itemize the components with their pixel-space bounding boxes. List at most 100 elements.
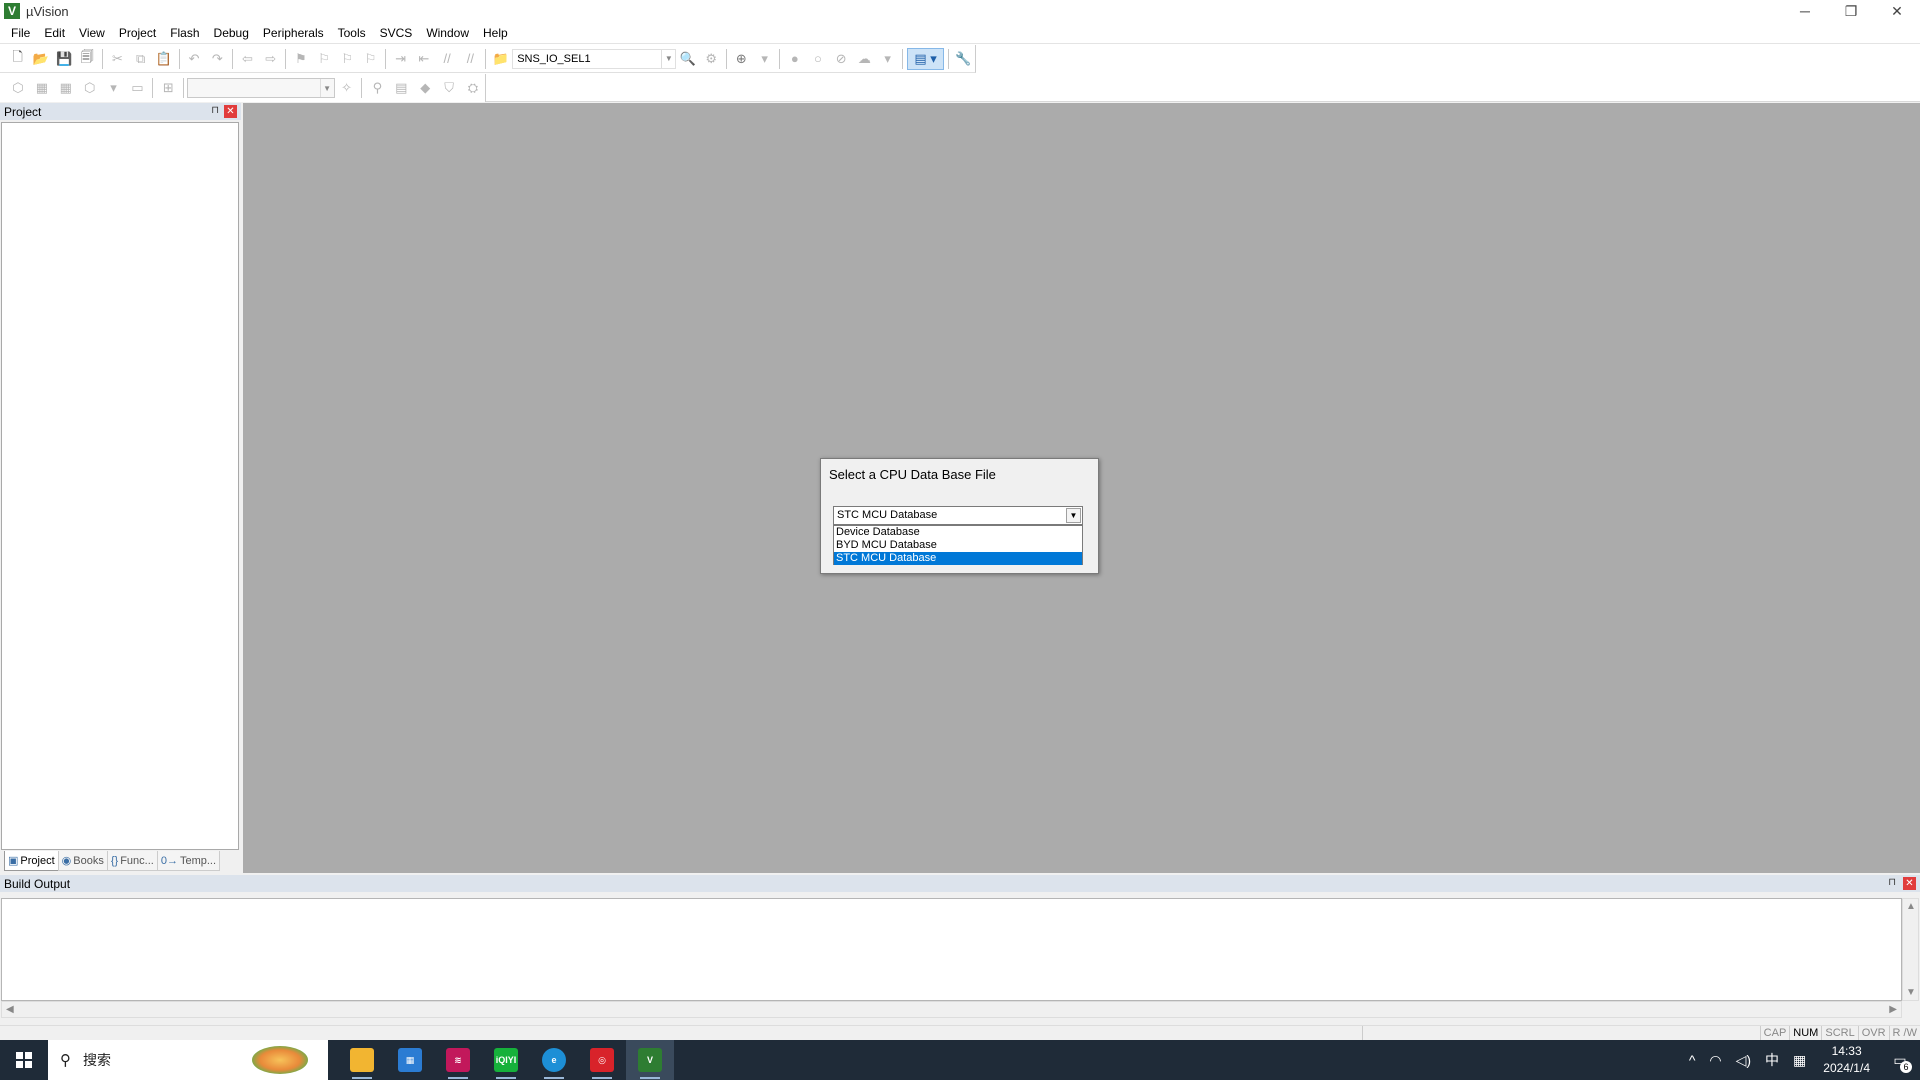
menu-tools[interactable]: Tools [331, 22, 373, 44]
manage-components-icon[interactable]: ▤ [390, 77, 412, 99]
vertical-scrollbar[interactable]: ▲ ▼ [1902, 898, 1919, 1001]
taskbar-iqiyi[interactable]: iQIYI [482, 1040, 530, 1080]
tray-chevron-up-icon[interactable]: ^ [1682, 1052, 1703, 1068]
diamond-icon[interactable]: ◆ [414, 77, 436, 99]
manage-run-time-icon[interactable]: ⛭ [462, 77, 484, 99]
save-icon[interactable]: 💾 [53, 48, 74, 70]
chevron-down-icon[interactable]: ▾ [754, 48, 775, 70]
target-select[interactable]: SNS_IO_SEL1 ▼ [512, 48, 677, 69]
keyboard-icon[interactable]: ▦ [1786, 1052, 1813, 1069]
find-in-files-icon[interactable]: 📁 [490, 48, 511, 70]
chevron-down-icon[interactable]: ▼ [319, 79, 334, 97]
start-button[interactable] [0, 1040, 48, 1080]
menu-flash[interactable]: Flash [163, 22, 206, 44]
bookmark-toggle-icon[interactable]: ⚑ [290, 48, 311, 70]
scroll-down-icon[interactable]: ▼ [1906, 987, 1916, 998]
menu-project[interactable]: Project [112, 22, 163, 44]
menu-window[interactable]: Window [419, 22, 476, 44]
zoom-icon[interactable]: ⊕ [731, 48, 752, 70]
redo-icon[interactable]: ↷ [207, 48, 228, 70]
breakpoint-enable-icon[interactable]: ○ [807, 48, 828, 70]
build-icon[interactable]: ▦ [31, 77, 53, 99]
batch-build-icon[interactable]: ⬡ [79, 77, 101, 99]
bookmark-clear-icon[interactable]: ⚐ [360, 48, 381, 70]
close-window-button[interactable]: ✕ [1874, 0, 1920, 22]
load-icon[interactable]: ⊞ [157, 77, 179, 99]
taskbar-app-red-stripes[interactable]: ≋ [434, 1040, 482, 1080]
paste-icon[interactable]: 📋 [153, 48, 174, 70]
menu-peripherals[interactable]: Peripherals [256, 22, 331, 44]
database-select[interactable]: STC MCU Database ▼ [833, 506, 1083, 525]
menu-view[interactable]: View [72, 22, 112, 44]
cut-icon[interactable]: ✂ [107, 48, 128, 70]
clock[interactable]: 14:33 2024/1/4 [1813, 1043, 1880, 1077]
option-device-database[interactable]: Device Database [834, 526, 1082, 539]
indent-icon[interactable]: ⇥ [390, 48, 411, 70]
chevron-down-icon[interactable]: ▼ [661, 49, 675, 68]
build-output-text[interactable] [1, 898, 1902, 1001]
comment-icon[interactable]: // [437, 48, 458, 70]
debug-session-icon[interactable]: ⚙ [701, 48, 722, 70]
minimize-button[interactable]: ─ [1782, 0, 1828, 22]
chevron-down-icon[interactable]: ▼ [1066, 508, 1081, 523]
breakpoint-list-icon[interactable]: ☁ [854, 48, 875, 70]
uncomment-icon[interactable]: // [460, 48, 481, 70]
configure-wrench-icon[interactable]: 🔧 [953, 48, 974, 70]
find-combo[interactable]: ▼ [187, 78, 335, 98]
download-icon[interactable]: ▭ [126, 77, 148, 99]
file-extensions-icon[interactable]: ⚲ [366, 77, 388, 99]
taskbar-search[interactable]: ⚲ 搜索 [48, 1040, 328, 1080]
tab-functions[interactable]: {} Func... [106, 851, 158, 871]
bookmark-next-icon[interactable]: ⚐ [337, 48, 358, 70]
navigate-forward-icon[interactable]: ⇨ [260, 48, 281, 70]
translate-icon[interactable]: ⬡ [7, 77, 29, 99]
notification-button[interactable]: ▭ 6 [1880, 1040, 1920, 1080]
option-byd-mcu-database[interactable]: BYD MCU Database [834, 539, 1082, 552]
breakpoint-kill-icon[interactable]: ⊘ [831, 48, 852, 70]
unindent-icon[interactable]: ⇤ [413, 48, 434, 70]
tab-project[interactable]: ▣ Project [4, 851, 59, 871]
network-icon[interactable]: ◠ [1702, 1052, 1728, 1069]
pin-icon[interactable]: ⊓ [1888, 877, 1896, 888]
menu-help[interactable]: Help [476, 22, 515, 44]
option-stc-mcu-database[interactable]: STC MCU Database [834, 552, 1082, 565]
target-options-icon[interactable]: ✧ [336, 77, 358, 99]
project-tree[interactable] [1, 122, 239, 850]
rebuild-icon[interactable]: ▦ [55, 77, 77, 99]
open-file-icon[interactable]: 📂 [30, 48, 51, 70]
horizontal-scrollbar[interactable]: ◀ ▶ [1, 1001, 1902, 1018]
scroll-right-icon[interactable]: ▶ [1889, 1004, 1897, 1015]
taskbar-keil-uvision[interactable]: V [626, 1040, 674, 1080]
navigate-back-icon[interactable]: ⇦ [237, 48, 258, 70]
chevron-down-icon[interactable]: ▾ [877, 48, 898, 70]
menu-svcs[interactable]: SVCS [373, 22, 420, 44]
save-all-icon[interactable]: 🗐 [77, 48, 98, 70]
volume-icon[interactable]: ◁) [1729, 1052, 1758, 1069]
copy-icon[interactable]: ⧉ [130, 48, 151, 70]
incremental-find-icon[interactable]: 🔍 [677, 48, 698, 70]
scroll-left-icon[interactable]: ◀ [6, 1004, 14, 1015]
taskbar-file-explorer[interactable] [338, 1040, 386, 1080]
taskbar-app-red-circle[interactable]: ◎ [578, 1040, 626, 1080]
bookmark-prev-icon[interactable]: ⚐ [314, 48, 335, 70]
menu-edit[interactable]: Edit [37, 22, 72, 44]
close-icon[interactable]: ✕ [1903, 877, 1916, 890]
pin-icon[interactable]: ⊓ [211, 105, 219, 116]
new-file-icon[interactable]: 🗋 [7, 48, 28, 70]
close-icon[interactable]: ✕ [224, 105, 237, 118]
scroll-up-icon[interactable]: ▲ [1906, 901, 1916, 912]
maximize-button[interactable]: ❐ [1828, 0, 1874, 22]
breakpoint-insert-icon[interactable]: ● [784, 48, 805, 70]
menu-debug[interactable]: Debug [207, 22, 256, 44]
chevron-down-icon[interactable]: ▾ [103, 77, 125, 99]
taskbar-edge[interactable]: e [530, 1040, 578, 1080]
window-layout-icon[interactable]: ▤ ▾ [907, 47, 944, 70]
tab-templates[interactable]: 0→ Temp... [156, 851, 221, 871]
tab-books[interactable]: ◉ Books [57, 851, 108, 871]
ime-indicator[interactable]: 中 [1758, 1050, 1786, 1070]
pack-installer-icon[interactable]: ⛉ [438, 77, 460, 99]
menu-file[interactable]: File [4, 22, 37, 44]
project-panel-title: Project [4, 104, 42, 119]
taskbar-store[interactable]: ▦ [386, 1040, 434, 1080]
undo-icon[interactable]: ↶ [183, 48, 204, 70]
